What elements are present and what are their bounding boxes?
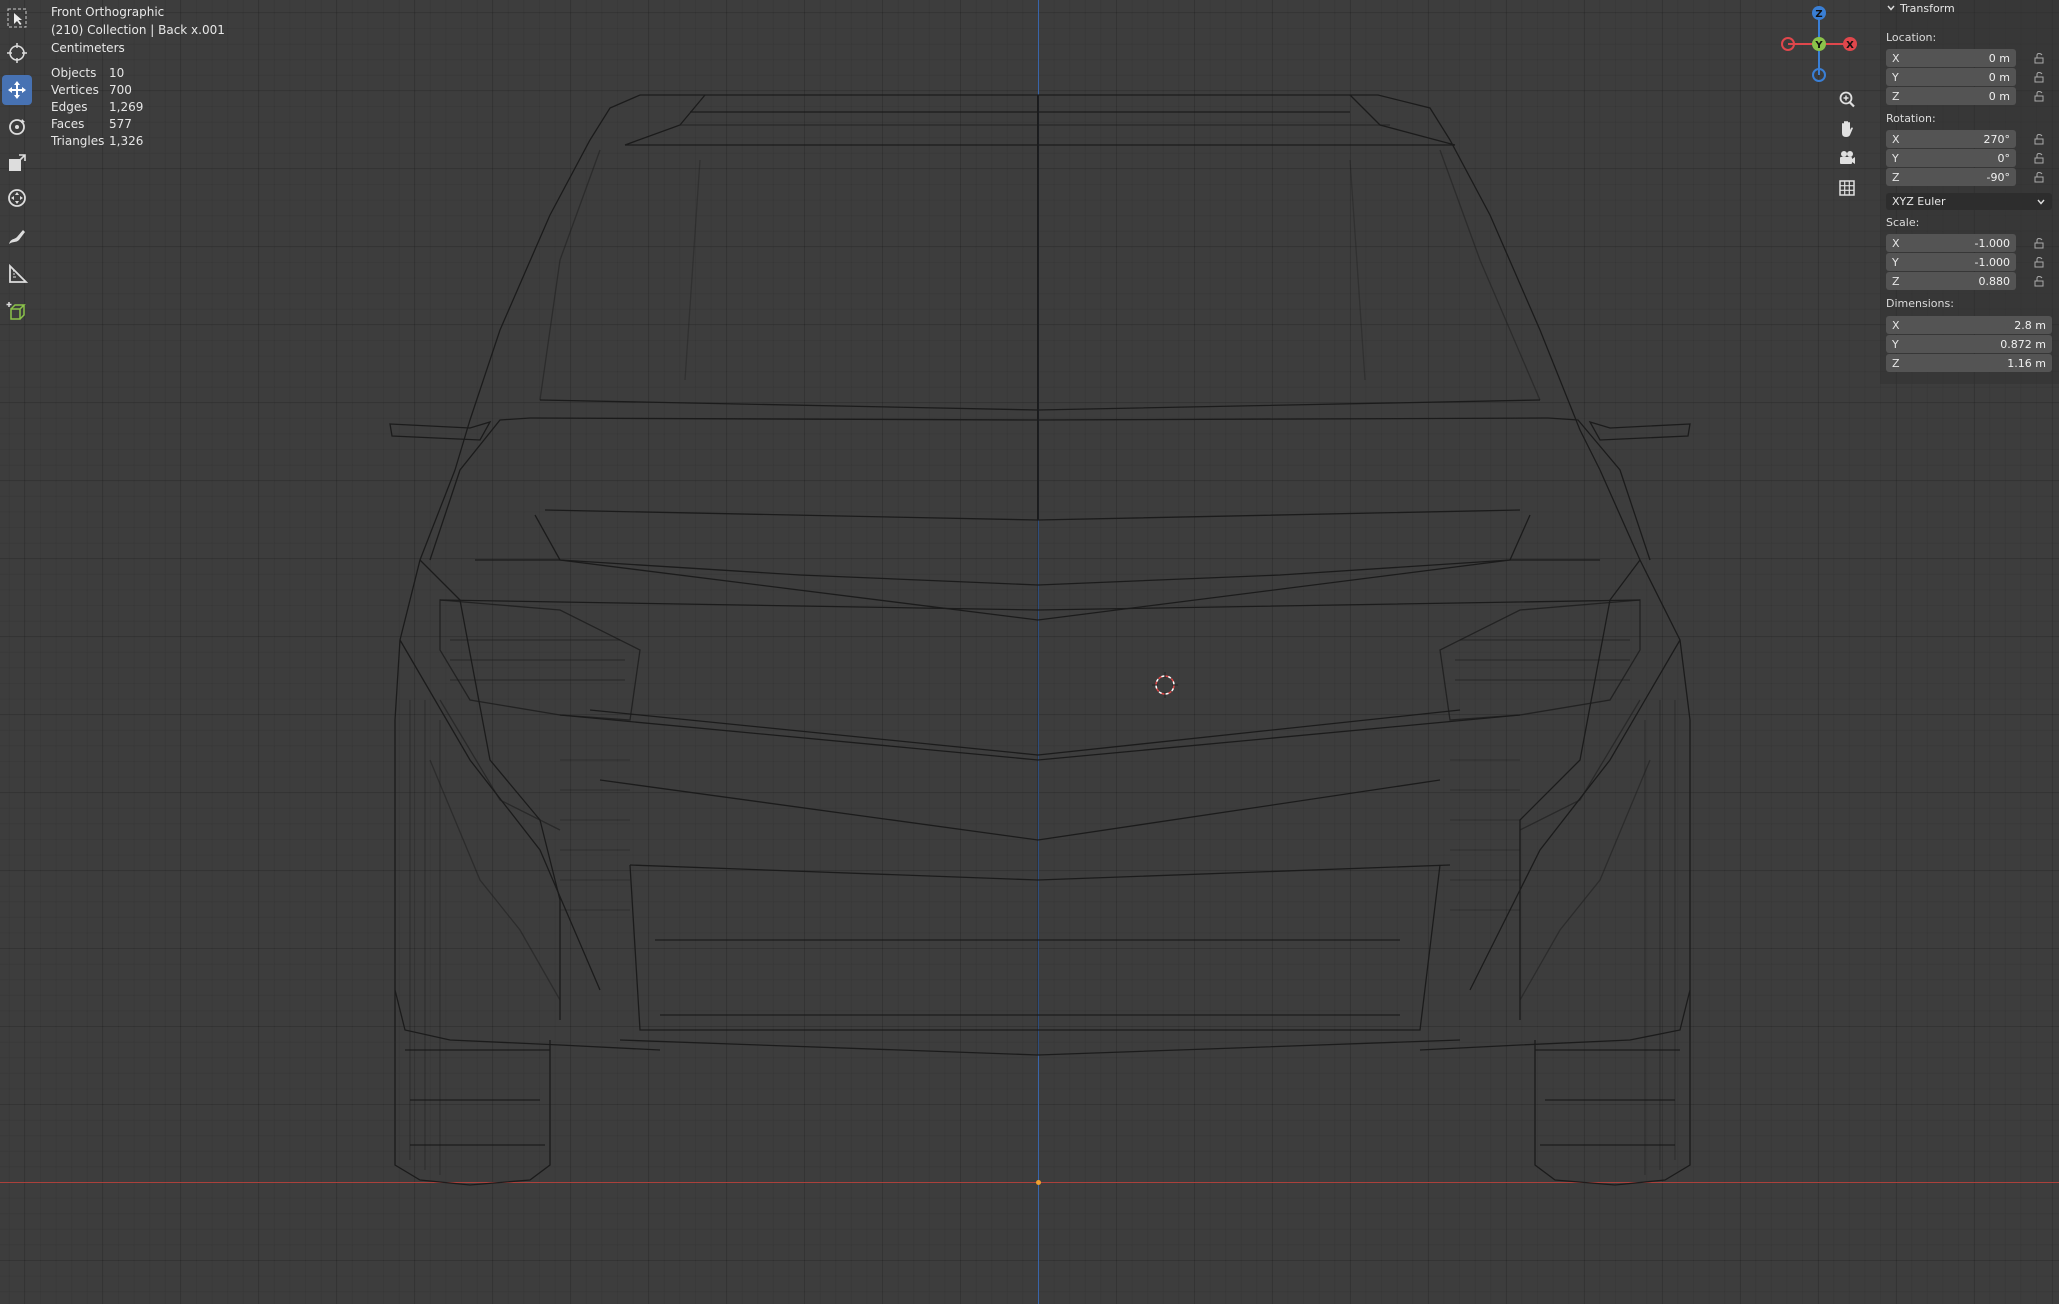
rotation-x-field[interactable]: X 270° <box>1886 130 2016 148</box>
scale-z-field[interactable]: Z 0.880 <box>1886 272 2016 290</box>
3d-viewport[interactable] <box>0 0 2059 1304</box>
camera-view-button[interactable] <box>1832 144 1862 172</box>
measure-icon <box>9 263 28 283</box>
3d-cursor-icon[interactable] <box>1152 672 1178 698</box>
add-cube-icon <box>6 302 26 320</box>
lock-location-z-icon[interactable] <box>2031 88 2047 104</box>
stat-objects: Objects 10 <box>51 66 125 80</box>
lock-rotation-x-icon[interactable] <box>2031 131 2047 147</box>
chevron-down-icon <box>2037 199 2045 205</box>
lock-scale-y-icon[interactable] <box>2031 254 2047 270</box>
rotate-tool[interactable] <box>2 112 32 142</box>
svg-text:Y: Y <box>1814 40 1823 51</box>
svg-text:X: X <box>1846 40 1854 51</box>
lock-location-y-icon[interactable] <box>2031 69 2047 85</box>
location-x-field[interactable]: X0 m <box>1886 49 2016 67</box>
svg-text:Z: Z <box>1815 9 1822 20</box>
cursor-tool[interactable] <box>2 38 32 68</box>
measure-tool[interactable] <box>2 259 32 289</box>
dimensions-y-field[interactable]: Y 0.872 m <box>1886 335 2052 353</box>
viewport-info-overlay: Front Orthographic (210) Collection | Ba… <box>51 3 225 57</box>
camera-icon <box>1840 151 1855 164</box>
stat-triangles: Triangles 1,326 <box>51 134 144 148</box>
collection-info: (210) Collection | Back x.001 <box>51 23 225 37</box>
scale-y-field[interactable]: Y -1.000 <box>1886 253 2016 271</box>
scale-x-field[interactable]: X -1.000 <box>1886 234 2016 252</box>
move-tool[interactable] <box>2 75 32 105</box>
rotation-z-field[interactable]: Z -90° <box>1886 168 2016 186</box>
lock-scale-z-icon[interactable] <box>2031 273 2047 289</box>
scale-icon <box>9 154 26 171</box>
zoom-icon <box>1839 91 1855 108</box>
scale-tool[interactable] <box>2 148 32 178</box>
location-z-field[interactable]: Z0 m <box>1886 87 2016 105</box>
lock-scale-x-icon[interactable] <box>2031 235 2047 251</box>
select-box-tool[interactable] <box>2 3 32 33</box>
cursor-icon <box>7 43 27 63</box>
dimensions-z-field[interactable]: Z 1.16 m <box>1886 354 2052 372</box>
zoom-button[interactable] <box>1832 86 1862 114</box>
navigation-gizmo[interactable]: Z X Y <box>1770 2 1860 90</box>
annotate-icon <box>9 230 25 244</box>
lock-location-x-icon[interactable] <box>2031 50 2047 66</box>
add-cube-tool[interactable] <box>2 296 32 326</box>
scene-statistics: Objects 10 Vertices 700 Edges 1,269 Faces 57… <box>51 65 143 150</box>
lock-rotation-z-icon[interactable] <box>2031 169 2047 185</box>
transform-tool[interactable] <box>2 183 32 213</box>
transform-panel-header[interactable]: Transform <box>1886 0 1955 16</box>
rotate-icon <box>9 119 25 135</box>
transform-icon <box>8 189 26 207</box>
car-wireframe[interactable] <box>0 0 2059 1304</box>
rotation-mode-dropdown[interactable]: XYZ Euler <box>1886 193 2052 210</box>
chevron-down-icon <box>1887 5 1895 11</box>
lock-rotation-y-icon[interactable] <box>2031 150 2047 166</box>
grid-icon <box>1839 180 1855 196</box>
stat-vertices: Vertices 700 <box>51 83 132 97</box>
pan-button[interactable] <box>1832 115 1862 143</box>
dimensions-x-field[interactable]: X 2.8 m <box>1886 316 2052 334</box>
transform-panel: Transform Location: X0 m Y0 m Z0 m Rotat… <box>1880 0 2059 384</box>
hand-icon <box>1842 121 1853 137</box>
annotate-tool[interactable] <box>2 223 32 253</box>
rotation-label: Rotation: <box>1886 112 1936 125</box>
dimensions-label: Dimensions: <box>1886 297 1954 310</box>
units-label: Centimeters <box>51 41 125 55</box>
stat-edges: Edges 1,269 <box>51 100 144 114</box>
location-y-field[interactable]: Y0 m <box>1886 68 2016 86</box>
stat-faces: Faces 577 <box>51 117 132 131</box>
view-name: Front Orthographic <box>51 5 165 19</box>
move-icon <box>8 81 26 99</box>
select-box-icon <box>7 8 27 28</box>
world-origin-point <box>1036 1180 1041 1185</box>
scale-label: Scale: <box>1886 216 1920 229</box>
location-label: Location: <box>1886 31 1937 44</box>
perspective-toggle-button[interactable] <box>1832 174 1862 202</box>
rotation-y-field[interactable]: Y 0° <box>1886 149 2016 167</box>
